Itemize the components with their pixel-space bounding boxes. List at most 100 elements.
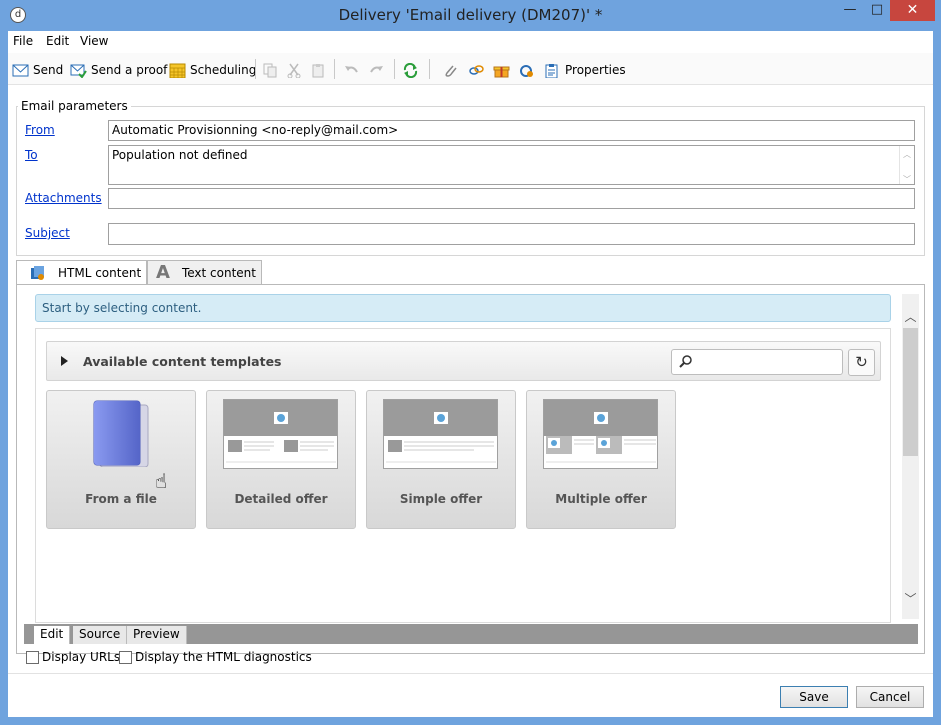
minimize-button[interactable]: — — [836, 0, 864, 21]
attachments-field[interactable] — [108, 188, 915, 209]
toolbar-separator — [334, 59, 335, 79]
html-diagnostics-label: Display the HTML diagnostics — [135, 650, 312, 664]
tab-text-content[interactable]: A Text content — [147, 260, 262, 284]
template-thumbnail — [383, 399, 498, 469]
toolbar: Send Send a proof Scheduling Properties — [8, 53, 933, 85]
send-proof-button[interactable]: Send a proof — [70, 61, 167, 79]
footer-separator — [8, 673, 933, 674]
content-scrollbar[interactable]: ︿ ﹀ — [902, 294, 919, 619]
tab-preview[interactable]: Preview — [127, 626, 187, 644]
link-button[interactable] — [468, 61, 489, 79]
tab-edit[interactable]: Edit — [34, 626, 71, 644]
refresh-icon: ↻ — [855, 353, 868, 371]
scroll-up-icon[interactable]: ︿ — [902, 308, 919, 325]
tab-html-label: HTML content — [58, 266, 142, 280]
html-diagnostics-checkbox[interactable]: Display the HTML diagnostics — [119, 650, 312, 664]
envelope-icon — [12, 63, 29, 78]
scroll-down-icon[interactable]: ﹀ — [902, 590, 919, 607]
editor-mode-tabs: Edit Source Preview — [24, 624, 918, 644]
to-scrollbar[interactable]: ︿ ﹀ — [899, 146, 914, 184]
client-area: File Edit View Send Send a proof Schedul… — [8, 31, 933, 717]
text-content-icon: A — [156, 262, 170, 283]
refresh-button[interactable] — [402, 61, 423, 79]
link-icon — [468, 63, 485, 78]
menu-file[interactable]: File — [13, 34, 33, 48]
display-urls-checkbox[interactable]: Display URLs — [26, 650, 120, 664]
undo-button[interactable] — [343, 61, 364, 79]
scroll-down-icon[interactable]: ﹀ — [900, 174, 914, 185]
card-label: Multiple offer — [555, 492, 647, 506]
window: d Delivery 'Email delivery (DM207)' * — … — [0, 0, 941, 725]
template-thumbnail — [543, 399, 658, 469]
subject-link[interactable]: Subject — [25, 226, 70, 240]
copy-button[interactable] — [262, 61, 283, 79]
gift-icon — [493, 63, 510, 78]
paste-button[interactable] — [310, 61, 331, 79]
card-label: Simple offer — [399, 492, 483, 506]
menu-edit[interactable]: Edit — [46, 34, 69, 48]
toolbar-separator — [429, 59, 430, 79]
checkbox-box[interactable] — [26, 650, 39, 664]
checkbox-box[interactable] — [119, 650, 132, 664]
save-button[interactable]: Save — [780, 686, 848, 708]
attach-button[interactable] — [442, 61, 463, 79]
redo-button[interactable] — [368, 61, 389, 79]
tab-html-content[interactable]: HTML content — [16, 260, 147, 285]
scissors-icon — [286, 63, 303, 78]
templates-refresh-button[interactable]: ↻ — [848, 349, 875, 376]
send-label: Send — [33, 63, 64, 77]
expand-caret-icon[interactable] — [61, 356, 68, 366]
window-title: Delivery 'Email delivery (DM207)' * — [338, 6, 603, 24]
to-field[interactable]: Population not defined ︿ ﹀ — [108, 145, 915, 185]
from-link[interactable]: From — [25, 123, 55, 137]
offer-button[interactable] — [493, 61, 514, 79]
templates-search-input[interactable] — [671, 349, 843, 375]
card-label: Detailed offer — [234, 492, 328, 506]
card-multiple-offer[interactable]: Multiple offer — [526, 390, 676, 529]
card-detailed-offer[interactable]: Detailed offer — [206, 390, 356, 529]
personalization-button[interactable] — [518, 61, 539, 79]
scrollbar-thumb[interactable] — [903, 328, 918, 456]
email-parameters-legend: Email parameters — [18, 99, 131, 113]
scroll-up-icon[interactable]: ︿ — [900, 149, 914, 160]
send-button[interactable]: Send — [12, 61, 63, 79]
cut-button[interactable] — [286, 61, 307, 79]
menu-view[interactable]: View — [80, 34, 108, 48]
send-proof-label: Send a proof — [91, 63, 168, 77]
undo-icon — [343, 63, 360, 78]
menu-bar: File Edit View — [8, 31, 933, 53]
clipboard-icon — [310, 63, 327, 78]
templates-title: Available content templates — [83, 354, 282, 369]
cancel-button[interactable]: Cancel — [856, 686, 924, 708]
scheduling-button[interactable]: Scheduling — [169, 61, 256, 79]
calendar-icon — [169, 63, 186, 78]
templates-header[interactable]: Available content templates ↻ — [46, 341, 881, 381]
card-simple-offer[interactable]: Simple offer — [366, 390, 516, 529]
title-bar[interactable]: d Delivery 'Email delivery (DM207)' * — … — [0, 0, 941, 31]
properties-button[interactable]: Properties — [544, 61, 626, 79]
personalize-icon — [518, 63, 535, 78]
subject-field[interactable] — [108, 223, 915, 245]
redo-icon — [368, 63, 385, 78]
from-field[interactable]: Automatic Provisionning <no-reply@mail.c… — [108, 120, 915, 141]
close-button[interactable]: ✕ — [890, 0, 935, 21]
search-icon — [679, 354, 693, 371]
to-link[interactable]: To — [25, 148, 38, 162]
copy-icon — [262, 63, 279, 78]
html-content-icon — [30, 265, 46, 281]
card-label: From a file — [85, 492, 157, 506]
display-urls-label: Display URLs — [42, 650, 121, 664]
properties-label: Properties — [565, 63, 626, 77]
info-banner: Start by selecting content. — [35, 294, 891, 322]
to-value: Population not defined — [112, 148, 248, 162]
paperclip-icon — [442, 63, 459, 78]
card-from-a-file[interactable]: ☝ From a file — [46, 390, 196, 529]
refresh-icon — [402, 62, 419, 78]
tab-source[interactable]: Source — [73, 626, 128, 644]
hand-cursor-icon: ☝ — [155, 469, 168, 493]
maximize-button[interactable]: □ — [864, 0, 890, 21]
properties-icon — [544, 63, 561, 78]
attachments-link[interactable]: Attachments — [25, 191, 102, 205]
template-thumbnail — [223, 399, 338, 469]
folder-icon — [90, 399, 150, 470]
